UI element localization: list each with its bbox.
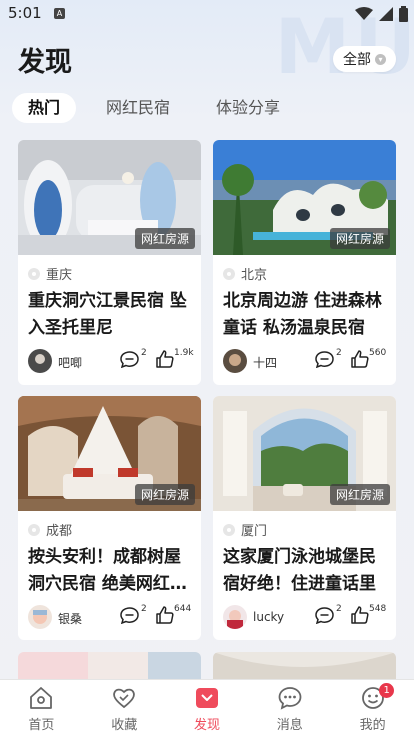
location-icon xyxy=(223,267,235,280)
location-label: 重庆 xyxy=(46,268,73,283)
tabbar-label: 发现 xyxy=(193,718,220,733)
like-count: 644 xyxy=(174,604,192,614)
location-icon xyxy=(28,523,40,536)
author-name[interactable]: 银桑 xyxy=(58,610,82,627)
tab-experience-share[interactable]: 体验分享 xyxy=(200,93,296,123)
post-footer: lucky 2 548 xyxy=(223,604,389,629)
bottom-tab-bar: 首页 收藏 发现 消息 我的 1 xyxy=(0,679,414,737)
post-footer: 十四 2 560 xyxy=(223,348,389,373)
location-label: 北京 xyxy=(241,268,268,283)
filter-label: 全部 xyxy=(343,52,371,68)
notification-badge: 1 xyxy=(379,683,395,698)
signal-icon xyxy=(379,7,393,21)
category-tabs: 热门 网红民宿 体验分享 xyxy=(12,93,296,123)
like-count: 1.9k xyxy=(174,348,194,358)
comment-count: 2 xyxy=(336,604,342,614)
author-name[interactable]: 吧唧 xyxy=(58,354,82,371)
avatar[interactable] xyxy=(223,349,247,373)
page-title: 发现 xyxy=(18,47,72,78)
comment-icon[interactable] xyxy=(120,351,139,368)
like-count: 548 xyxy=(369,604,387,614)
status-icons xyxy=(355,6,408,22)
home-icon xyxy=(30,687,53,709)
comment-count: 2 xyxy=(336,348,342,358)
heart-icon xyxy=(113,688,136,709)
tabbar-item-home[interactable]: 首页 xyxy=(0,680,83,737)
comment-count: 2 xyxy=(141,604,147,614)
post-image: 网红房源 xyxy=(18,140,201,255)
thumb-up-icon[interactable] xyxy=(156,606,174,624)
post-badge: 网红房源 xyxy=(329,484,390,505)
post-badge: 网红房源 xyxy=(134,228,195,249)
avatar[interactable] xyxy=(28,349,52,373)
post-image: 网红房源 xyxy=(213,396,396,511)
wifi-icon xyxy=(355,7,373,20)
post-footer: 银桑 2 644 xyxy=(28,604,194,629)
thumb-up-icon[interactable] xyxy=(156,350,174,368)
chevron-down-icon: ▾ xyxy=(375,53,386,65)
author-name[interactable]: 十四 xyxy=(253,354,277,371)
post-title: 北京周边游 住进森林童话 私汤温泉民宿 xyxy=(223,291,382,338)
location-icon xyxy=(223,523,235,536)
post-card[interactable]: 网红房源 重庆 重庆洞穴江景民宿 坠入圣托里尼 吧唧 2 1.9k xyxy=(18,140,201,385)
discover-icon xyxy=(195,688,218,708)
post-badge: 网红房源 xyxy=(329,228,390,249)
battery-icon xyxy=(399,6,408,22)
author-name[interactable]: lucky xyxy=(253,610,284,624)
comment-icon[interactable] xyxy=(315,351,334,368)
post-location: 重庆 xyxy=(28,264,72,283)
thumb-up-icon[interactable] xyxy=(351,606,369,624)
post-image: 网红房源 xyxy=(213,140,396,255)
thumb-up-icon[interactable] xyxy=(351,350,369,368)
message-icon xyxy=(278,687,302,710)
status-bar: 5:01 A xyxy=(0,0,414,28)
location-label: 成都 xyxy=(46,524,73,539)
tabbar-item-messages[interactable]: 消息 xyxy=(248,680,331,737)
tabbar-label: 收藏 xyxy=(111,718,138,733)
filter-dropdown-button[interactable]: 全部 ▾ xyxy=(333,46,396,72)
post-location: 厦门 xyxy=(223,520,267,539)
tab-hot[interactable]: 热门 xyxy=(12,93,77,123)
comment-count: 2 xyxy=(141,348,147,358)
tabbar-label: 首页 xyxy=(28,718,55,733)
tab-influencer-homestay[interactable]: 网红民宿 xyxy=(90,93,186,123)
post-image: 网红房源 xyxy=(18,396,201,511)
post-card[interactable]: 网红房源 厦门 这家厦门泳池城堡民宿好绝！住进童话里 lucky 2 548 xyxy=(213,396,396,640)
tabbar-item-profile[interactable]: 我的 1 xyxy=(331,680,414,737)
avatar[interactable] xyxy=(28,605,52,629)
location-label: 厦门 xyxy=(241,524,268,539)
tabbar-item-favorites[interactable]: 收藏 xyxy=(83,680,166,737)
status-time: 5:01 xyxy=(8,4,42,22)
post-title: 这家厦门泳池城堡民宿好绝！住进童话里 xyxy=(223,547,376,594)
comment-icon[interactable] xyxy=(315,607,334,624)
tabbar-label: 我的 xyxy=(359,718,386,733)
post-title: 重庆洞穴江景民宿 坠入圣托里尼 xyxy=(28,291,187,338)
post-location: 成都 xyxy=(28,520,72,539)
location-icon xyxy=(28,267,40,280)
post-card[interactable]: 网红房源 成都 按头安利！成都树屋洞穴民宿 绝美网红… 银桑 2 644 xyxy=(18,396,201,640)
avatar[interactable] xyxy=(223,605,247,629)
post-footer: 吧唧 2 1.9k xyxy=(28,348,194,373)
post-card[interactable]: 网红房源 北京 北京周边游 住进森林童话 私汤温泉民宿 十四 2 560 xyxy=(213,140,396,385)
tabbar-item-discover[interactable]: 发现 xyxy=(166,680,249,737)
post-badge: 网红房源 xyxy=(134,484,195,505)
comment-icon[interactable] xyxy=(120,607,139,624)
sim-icon: A xyxy=(54,8,65,19)
post-title: 按头安利！成都树屋洞穴民宿 绝美网红… xyxy=(28,547,187,594)
like-count: 560 xyxy=(369,348,387,358)
tabbar-label: 消息 xyxy=(276,718,303,733)
post-location: 北京 xyxy=(223,264,267,283)
